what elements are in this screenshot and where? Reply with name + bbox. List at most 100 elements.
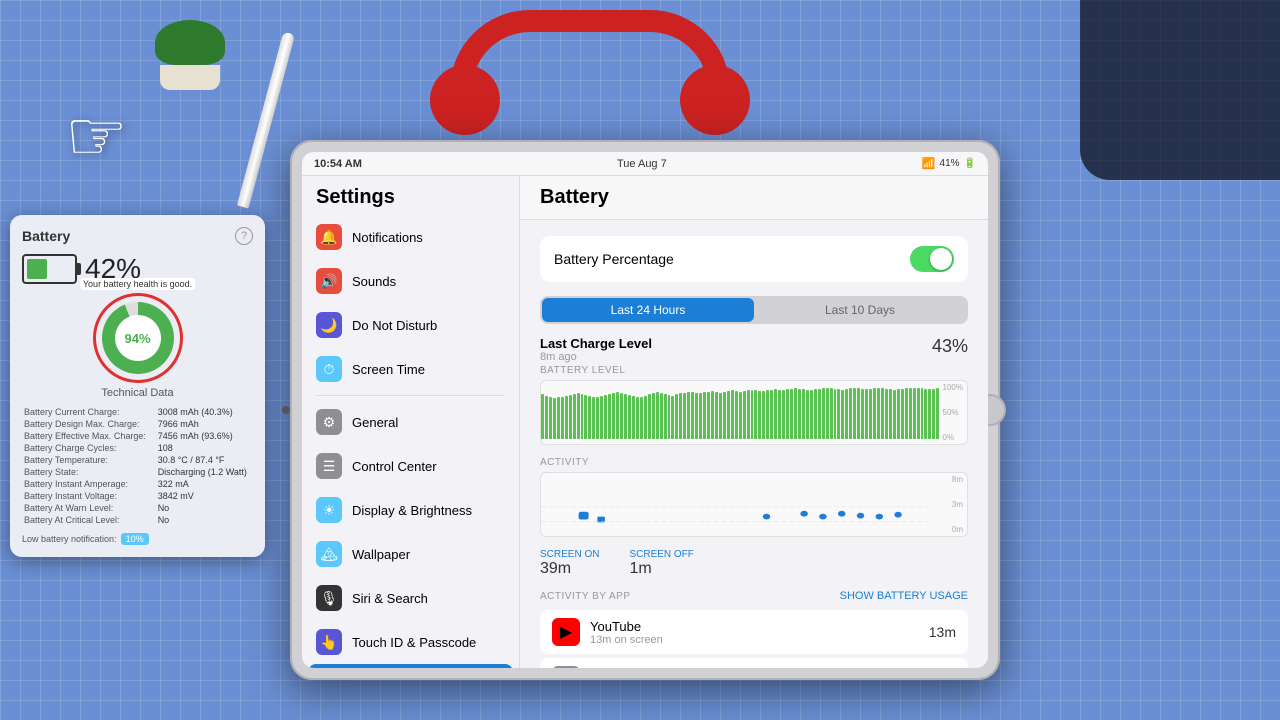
- battery-bar: [545, 396, 548, 439]
- tech-data-label: Technical Data: [22, 387, 253, 399]
- battery-bar: [584, 395, 587, 439]
- battery-bar: [754, 390, 757, 439]
- low-battery-row: Low battery notification: 10%: [22, 533, 253, 545]
- battery-bar: [849, 388, 852, 439]
- sidebar-label-sounds: Sounds: [352, 274, 396, 289]
- battery-bar: [644, 396, 647, 439]
- health-label: Your battery health is good.: [80, 278, 195, 290]
- battery-bar: [695, 393, 698, 439]
- battery-bar: [569, 395, 572, 439]
- screen-usage-row: Screen On 39m Screen Off 1m: [540, 549, 968, 578]
- battery-bar: [909, 388, 912, 439]
- screen-on-label: Screen On: [540, 549, 599, 560]
- low-batt-pct: 10%: [121, 533, 149, 545]
- battery-bar: [869, 389, 872, 439]
- sidebar-item-general[interactable]: ⚙ General: [302, 400, 519, 444]
- battery-bar: [668, 395, 671, 439]
- sidebar-label-display: Display & Brightness: [352, 503, 472, 518]
- battery-bar: [664, 394, 667, 439]
- battery-bar: [719, 393, 722, 439]
- screen-on-value: 39m: [540, 560, 599, 578]
- battery-level-chart: 100% 50% 0%: [540, 380, 968, 445]
- show-battery-usage-btn[interactable]: SHOW BATTERY USAGE: [840, 590, 968, 602]
- sidebar-item-wallpaper[interactable]: 🏔 Wallpaper: [302, 532, 519, 576]
- battery-bar: [604, 395, 607, 439]
- battery-bar: [924, 389, 927, 439]
- youtube-info: YouTube 13m on screen: [590, 619, 919, 646]
- battery-bar: [913, 388, 916, 439]
- battery-bar: [936, 388, 939, 439]
- battery-bar: [917, 388, 920, 439]
- status-icons: 📶 41% 🔋: [922, 157, 976, 170]
- sidebar-label-donotdisturb: Do Not Disturb: [352, 318, 437, 333]
- sidebar-label-wallpaper: Wallpaper: [352, 547, 410, 562]
- sidebar-item-screentime[interactable]: ⏱ Screen Time: [302, 347, 519, 391]
- battery-overlay-panel: Battery ? 42% Your battery health is goo…: [10, 215, 265, 557]
- wifi-icon: 📶: [922, 157, 936, 170]
- main-title: Battery: [520, 176, 988, 220]
- sidebar-item-sounds[interactable]: 🔊 Sounds: [302, 259, 519, 303]
- battery-bar: [715, 392, 718, 439]
- battery-bar: [592, 397, 595, 439]
- sidebar-item-touchid[interactable]: 👆 Touch ID & Passcode: [302, 620, 519, 664]
- sidebar-item-notifications[interactable]: 🔔 Notifications: [302, 215, 519, 259]
- health-donut: 94%: [102, 302, 174, 374]
- battery-bar: [600, 396, 603, 439]
- activity-chart: 8m 3m 0m: [540, 472, 968, 537]
- controlcenter-icon: ☰: [316, 453, 342, 479]
- battery-percentage-row: Battery Percentage: [540, 236, 968, 282]
- battery-bar: [774, 389, 777, 439]
- battery-bar: [770, 390, 773, 439]
- sidebar-item-donotdisturb[interactable]: 🌙 Do Not Disturb: [302, 303, 519, 347]
- homelock-icon: 🏠: [552, 666, 580, 668]
- notifications-icon: 🔔: [316, 224, 342, 250]
- battery-bar: [557, 397, 560, 439]
- battery-bar: [885, 389, 888, 439]
- battery-bar: [565, 396, 568, 439]
- settings-sidebar: Settings 🔔 Notifications 🔊 Sounds 🌙 Do N…: [302, 176, 520, 668]
- app-item-youtube: ▶ YouTube 13m on screen 13m: [540, 610, 968, 654]
- battery-bar: [845, 389, 848, 439]
- sidebar-item-battery[interactable]: 🔋 Battery: [308, 664, 513, 668]
- battery-bar: [553, 398, 556, 439]
- battery-bar: [679, 393, 682, 439]
- ipad-screen: 10:54 AM Tue Aug 7 📶 41% 🔋 Settings 🔔 No…: [302, 152, 988, 668]
- battery-bar: [837, 389, 840, 439]
- battery-bar: [798, 389, 801, 439]
- tab-24hours[interactable]: Last 24 Hours: [542, 298, 754, 322]
- battery-bar: [640, 397, 643, 439]
- homelock-name: Home & Lock Screen: [590, 667, 919, 669]
- battery-bar: [739, 392, 742, 439]
- battery-bar: [834, 389, 837, 439]
- sidebar-label-siri: Siri & Search: [352, 591, 428, 606]
- battery-bar: [873, 388, 876, 439]
- youtube-name: YouTube: [590, 619, 919, 634]
- battery-percentage-toggle[interactable]: [910, 246, 954, 272]
- battery-percentage-label: Battery Percentage: [554, 251, 674, 267]
- battery-bar: [561, 397, 564, 439]
- toggle-knob: [930, 248, 952, 270]
- youtube-icon: ▶: [552, 618, 580, 646]
- sidebar-item-sirisearch[interactable]: 🎙 Siri & Search: [302, 576, 519, 620]
- sidebar-item-displaybrightness[interactable]: ☀ Display & Brightness: [302, 488, 519, 532]
- battery-bar: [897, 389, 900, 439]
- battery-bar: [612, 393, 615, 439]
- youtube-sub: 13m on screen: [590, 634, 919, 646]
- battery-bar: [624, 394, 627, 439]
- tab-10days[interactable]: Last 10 Days: [754, 298, 966, 322]
- sidebar-item-controlcenter[interactable]: ☰ Control Center: [302, 444, 519, 488]
- battery-bar: [711, 391, 714, 439]
- battery-bar: [577, 393, 580, 439]
- battery-bar: [636, 397, 639, 439]
- low-batt-label: Low battery notification:: [22, 534, 117, 544]
- battery-bar: [814, 389, 817, 439]
- battery-bar: [747, 390, 750, 439]
- sidebar-label-controlcenter: Control Center: [352, 459, 437, 474]
- battery-bar: [727, 391, 730, 439]
- battery-bar: [541, 394, 544, 439]
- battery-bar: [675, 394, 678, 439]
- screen-off-value: 1m: [629, 560, 693, 578]
- battery-bar: [877, 388, 880, 439]
- ipad-frame: 10:54 AM Tue Aug 7 📶 41% 🔋 Settings 🔔 No…: [290, 140, 1000, 680]
- battery-help-icon[interactable]: ?: [235, 227, 253, 245]
